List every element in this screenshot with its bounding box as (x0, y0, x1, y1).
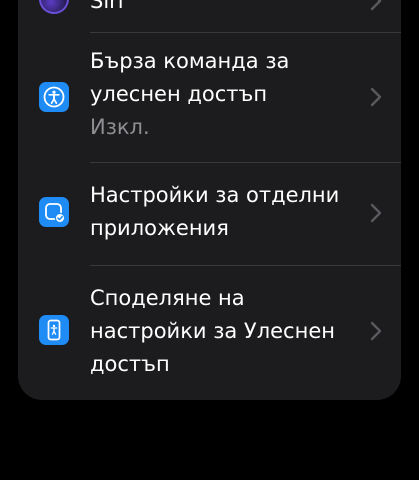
settings-row-label: Бърза команда за улеснен достъп (90, 49, 290, 106)
settings-row-siri[interactable]: Siri (18, 0, 401, 20)
accessibility-person-icon (39, 82, 69, 112)
share-accessibility-phone-icon (39, 315, 69, 345)
screen: Siri Бърза команда за улеснен достъп Изк… (0, 0, 419, 480)
settings-row-label: Настройки за отделни приложения (90, 183, 340, 240)
siri-icon (39, 0, 69, 14)
chevron-right-icon (369, 202, 383, 224)
settings-row-share-accessibility[interactable]: Споделяне на настройки за Улеснен достъп (18, 265, 401, 400)
settings-group: Siri Бърза команда за улеснен достъп Изк… (18, 0, 401, 400)
settings-row-per-app[interactable]: Настройки за отделни приложения (18, 162, 401, 265)
chevron-right-icon (369, 86, 383, 108)
chevron-right-icon (369, 320, 383, 342)
settings-row-text: Бърза команда за улеснен достъп Изкл. (90, 45, 360, 144)
settings-row-label: Споделяне на настройки за Улеснен достъп (90, 286, 335, 376)
settings-row-label: Siri (90, 0, 124, 13)
chevron-right-icon (369, 0, 383, 12)
settings-row-accessibility-shortcut[interactable]: Бърза команда за улеснен достъп Изкл. (18, 32, 401, 162)
settings-row-value: Изкл. (90, 115, 150, 139)
app-settings-check-icon (39, 197, 69, 227)
